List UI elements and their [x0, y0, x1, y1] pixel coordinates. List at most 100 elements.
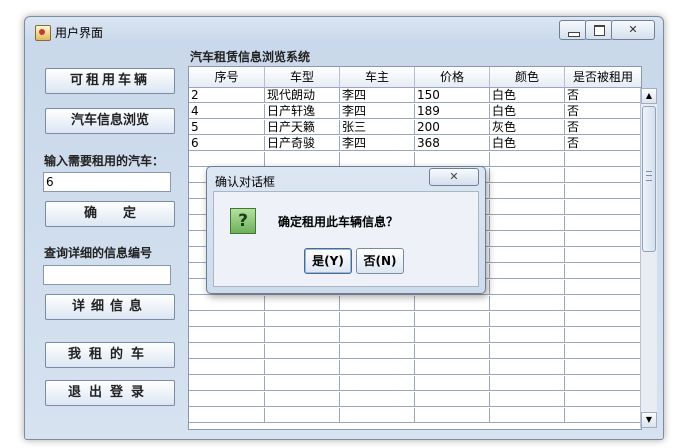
table-cell[interactable] [565, 280, 641, 295]
table-cell[interactable] [565, 248, 641, 263]
rentable-cars-button[interactable]: 可租用车辆 [45, 68, 175, 94]
scroll-down-arrow-icon[interactable]: ▼ [641, 412, 657, 428]
table-row[interactable] [189, 344, 641, 360]
table-cell[interactable]: 4 [189, 104, 265, 119]
table-cell[interactable] [415, 392, 490, 407]
table-cell[interactable]: 日产天籁 [265, 120, 340, 135]
header-owner[interactable]: 车主 [340, 67, 415, 88]
query-id-input[interactable] [43, 265, 171, 285]
table-cell[interactable] [490, 216, 565, 231]
table-cell[interactable] [189, 328, 265, 343]
dialog-close-button[interactable]: ✕ [429, 168, 479, 186]
scroll-thumb[interactable] [642, 106, 656, 252]
table-row[interactable]: 5 日产天籁 张三 200 灰色否 [189, 120, 641, 136]
table-cell[interactable] [189, 360, 265, 375]
table-cell[interactable] [265, 344, 340, 359]
logout-button[interactable]: 退出登录 [45, 380, 175, 406]
maximize-button[interactable] [585, 20, 613, 40]
table-cell[interactable]: 现代朗动 [265, 88, 340, 103]
table-cell[interactable] [490, 392, 565, 407]
table-cell[interactable] [265, 328, 340, 343]
table-cell[interactable] [415, 296, 490, 311]
table-cell[interactable]: 白色 [490, 104, 565, 119]
table-cell[interactable] [340, 328, 415, 343]
table-cell[interactable] [265, 152, 340, 167]
table-cell[interactable] [490, 184, 565, 199]
table-cell[interactable] [265, 376, 340, 391]
table-cell[interactable]: 200 [415, 120, 490, 135]
table-cell[interactable]: 2 [189, 88, 265, 103]
table-cell[interactable] [490, 344, 565, 359]
table-cell[interactable] [340, 344, 415, 359]
table-cell[interactable] [490, 232, 565, 247]
table-cell[interactable] [490, 248, 565, 263]
table-cell[interactable] [265, 360, 340, 375]
table-cell[interactable]: 否 [565, 88, 641, 103]
yes-button[interactable]: 是(Y) [304, 248, 352, 274]
table-cell[interactable] [490, 296, 565, 311]
table-cell[interactable] [490, 360, 565, 375]
table-cell[interactable] [565, 328, 641, 343]
table-cell[interactable] [415, 360, 490, 375]
table-row[interactable]: 4 日产轩逸 李四 189 白色否 [189, 104, 641, 120]
table-cell[interactable] [490, 168, 565, 183]
table-cell[interactable] [565, 216, 641, 231]
table-cell[interactable] [565, 232, 641, 247]
table-cell[interactable] [490, 376, 565, 391]
table-cell[interactable] [265, 296, 340, 311]
table-cell[interactable]: 白色 [490, 136, 565, 151]
table-row[interactable] [189, 360, 641, 376]
table-cell[interactable]: 李四 [340, 136, 415, 151]
table-cell[interactable]: 否 [565, 120, 641, 135]
table-cell[interactable] [565, 376, 641, 391]
table-row[interactable] [189, 296, 641, 312]
table-cell[interactable]: 5 [189, 120, 265, 135]
table-cell[interactable]: 灰色 [490, 120, 565, 135]
table-cell[interactable] [490, 152, 565, 167]
table-cell[interactable] [490, 328, 565, 343]
table-row[interactable] [189, 392, 641, 408]
header-rented[interactable]: 是否被租用 [565, 67, 641, 88]
table-cell[interactable]: 189 [415, 104, 490, 119]
table-cell[interactable] [189, 152, 265, 167]
header-model[interactable]: 车型 [265, 67, 340, 88]
table-cell[interactable] [565, 312, 641, 327]
table-cell[interactable]: 6 [189, 136, 265, 151]
table-cell[interactable] [565, 168, 641, 183]
table-cell[interactable]: 否 [565, 104, 641, 119]
detail-button[interactable]: 详细信息 [45, 294, 175, 320]
table-cell[interactable] [189, 312, 265, 327]
table-cell[interactable]: 否 [565, 136, 641, 151]
confirm-button[interactable]: 确 定 [45, 201, 175, 227]
table-cell[interactable] [189, 376, 265, 391]
table-row[interactable] [189, 328, 641, 344]
my-rented-cars-button[interactable]: 我租的车 [45, 342, 175, 368]
table-cell[interactable] [565, 264, 641, 279]
table-cell[interactable] [490, 264, 565, 279]
table-row[interactable] [189, 376, 641, 392]
table-cell[interactable] [340, 312, 415, 327]
table-cell[interactable]: 日产奇骏 [265, 136, 340, 151]
car-id-input[interactable]: 6 [43, 172, 171, 192]
table-cell[interactable] [340, 360, 415, 375]
vertical-scrollbar[interactable]: ▲ ▼ [640, 88, 657, 428]
table-cell[interactable] [490, 280, 565, 295]
header-price[interactable]: 价格 [415, 67, 490, 88]
table-row[interactable]: 2 现代朗动 李四 150 白色否 [189, 88, 641, 104]
table-cell[interactable] [565, 296, 641, 311]
table-cell[interactable] [565, 184, 641, 199]
table-cell[interactable] [340, 376, 415, 391]
table-cell[interactable]: 150 [415, 88, 490, 103]
no-button[interactable]: 否(N) [356, 248, 404, 274]
table-cell[interactable] [340, 296, 415, 311]
table-cell[interactable] [415, 376, 490, 391]
browse-cars-button[interactable]: 汽车信息浏览 [45, 108, 175, 134]
minimize-button[interactable] [559, 20, 587, 40]
table-cell[interactable]: 白色 [490, 88, 565, 103]
table-cell[interactable] [340, 392, 415, 407]
table-cell[interactable] [340, 408, 415, 423]
table-cell[interactable] [565, 392, 641, 407]
table-cell[interactable] [265, 312, 340, 327]
table-cell[interactable]: 李四 [340, 88, 415, 103]
table-cell[interactable] [565, 360, 641, 375]
